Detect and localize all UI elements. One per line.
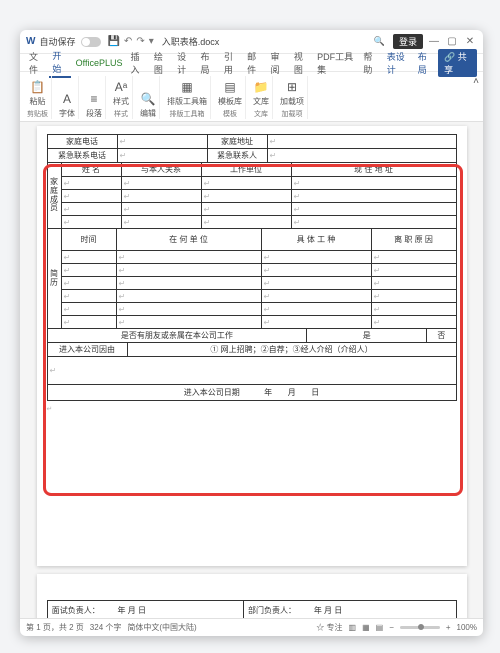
statusbar: 第 1 页，共 2 页 324 个字 简体中文(中国大陆) ☆ 专注 ▥ ▦ ▤…: [20, 618, 483, 636]
share-icon: 🔗: [444, 52, 455, 62]
group-label-styles: 样式: [114, 109, 128, 119]
group-label-wenku: 文库: [254, 109, 268, 119]
table-row: ↵↵↵↵: [47, 216, 456, 229]
group-wenku: 📁 文库 文库: [250, 76, 273, 119]
group-paragraph: ≡ 段落: [83, 76, 106, 119]
group-label-layout-tool: 排版工具箱: [170, 109, 205, 119]
layout-tool-icon: ▦: [179, 79, 195, 95]
font-icon: A: [59, 91, 75, 107]
editing-icon: 🔍: [140, 91, 156, 107]
close-icon[interactable]: ✕: [463, 36, 477, 47]
addin-button[interactable]: ⊞ 加载项: [280, 79, 304, 107]
group-layout-tool: ▦ 排版工具箱 排版工具箱: [164, 76, 211, 119]
language-indicator[interactable]: 简体中文(中国大陆): [127, 622, 196, 633]
save-icon[interactable]: 💾: [107, 36, 119, 47]
resume-label: 简历: [47, 229, 61, 329]
document-area[interactable]: 3.表格合并成功 家庭电话↵家庭地址↵ 紧急联系电话↵紧急联系人↵ 家庭成员 姓…: [20, 122, 483, 618]
page-indicator[interactable]: 第 1 页，共 2 页: [26, 622, 84, 633]
table-row: ↵↵↵↵: [47, 203, 456, 216]
contact-table: 家庭电话↵家庭地址↵ 紧急联系电话↵紧急联系人↵: [47, 134, 457, 163]
word-count[interactable]: 324 个字: [90, 622, 122, 633]
search-box[interactable]: 🔍: [370, 35, 389, 48]
group-font: A 字体: [56, 76, 79, 119]
table-row: 简历 时间 在 何 单 位 具 体 工 种 离 职 原 因: [47, 229, 456, 251]
table-row: ↵↵↵↵: [47, 190, 456, 203]
table-row: ↵↵↵↵: [47, 290, 456, 303]
redo-icon[interactable]: ↷: [136, 36, 144, 47]
wenku-icon: 📁: [253, 79, 269, 95]
customize-qat-icon[interactable]: ▾: [149, 36, 154, 47]
table-row: 进入本公司日期 年 月 日: [47, 385, 456, 401]
table-row: ↵↵↵↵: [47, 251, 456, 264]
styles-icon: Aᵃ: [113, 79, 129, 95]
signoff-table: 面试负责人： 年 月 日 部门负责人： 年 月 日: [47, 600, 457, 618]
login-button[interactable]: 登录: [393, 34, 423, 49]
family-label: 家庭成员: [47, 163, 61, 229]
paste-button[interactable]: 📋 粘贴: [30, 79, 46, 107]
autosave-label: 自动保存: [39, 35, 75, 48]
view-read-icon[interactable]: ▦: [362, 623, 370, 632]
font-button[interactable]: A 字体: [59, 91, 75, 119]
group-editing: 🔍 编辑: [137, 76, 160, 119]
group-label-clipboard: 剪贴板: [27, 109, 48, 119]
table-row: 紧急联系电话↵紧急联系人↵: [47, 149, 456, 163]
table-row: ↵↵↵↵: [47, 177, 456, 190]
group-styles: Aᵃ 样式 样式: [110, 76, 133, 119]
table-row: 家庭成员 姓 名 与本人关系 工作单位 现 住 地 址: [47, 163, 456, 177]
view-web-icon[interactable]: ▤: [376, 623, 384, 632]
table-row: 进入本公司因由 ① 网上招聘；②自荐；③经人介绍（介绍人）: [47, 343, 456, 357]
paste-icon: 📋: [30, 79, 46, 95]
addin-icon: ⊞: [284, 79, 300, 95]
table-row: ↵↵↵↵: [47, 264, 456, 277]
minimize-icon[interactable]: —: [427, 36, 441, 47]
document-name: 入职表格.docx: [162, 35, 220, 48]
zoom-level[interactable]: 100%: [457, 623, 477, 632]
page-2: 面试负责人： 年 月 日 部门负责人： 年 月 日: [37, 574, 467, 618]
ribbon-tabs: 文件 开始 OfficePLUS 插入 绘图 设计 布局 引用 邮件 审阅 视图…: [20, 54, 483, 72]
word-window: W 自动保存 💾 ↶ ↷ ▾ 入职表格.docx 🔍 登录 — ▢ ✕ 文件 开…: [20, 30, 483, 636]
question-table: 是否有朋友或亲属在本公司工作 是 否 进入本公司因由 ① 网上招聘；②自荐；③经…: [47, 328, 457, 401]
view-print-icon[interactable]: ▥: [349, 623, 357, 632]
paragraph-button[interactable]: ≡ 段落: [86, 91, 102, 119]
styles-button[interactable]: Aᵃ 样式: [113, 79, 129, 107]
template-icon: ▤: [222, 79, 238, 95]
ribbon: 📋 粘贴 剪贴板 A 字体 ≡ 段落 Aᵃ 样式 样式: [20, 72, 483, 122]
wenku-button[interactable]: 📁 文库: [253, 79, 269, 107]
template-button[interactable]: ▤ 模板库: [218, 79, 242, 107]
paragraph-icon: ≡: [86, 91, 102, 107]
zoom-slider[interactable]: [400, 626, 440, 629]
table-row: ↵↵↵↵: [47, 277, 456, 290]
group-clipboard: 📋 粘贴 剪贴板: [24, 76, 52, 119]
family-table: 家庭成员 姓 名 与本人关系 工作单位 现 住 地 址 ↵↵↵↵ ↵↵↵↵ ↵↵…: [47, 162, 457, 229]
undo-icon[interactable]: ↶: [124, 36, 132, 47]
resume-table: 简历 时间 在 何 单 位 具 体 工 种 离 职 原 因 ↵↵↵↵ ↵↵↵↵ …: [47, 228, 457, 329]
table-row: ↵: [47, 357, 456, 385]
ribbon-collapse-icon[interactable]: ˄: [473, 76, 479, 87]
maximize-icon[interactable]: ▢: [445, 36, 459, 47]
group-label-addin: 加载项: [282, 109, 303, 119]
table-row: ↵↵↵↵: [47, 316, 456, 329]
table-row: ↵↵↵↵: [47, 303, 456, 316]
word-icon: W: [26, 36, 35, 47]
zoom-in-icon[interactable]: +: [446, 623, 451, 632]
focus-mode[interactable]: ☆ 专注: [316, 622, 342, 633]
autosave-toggle[interactable]: [81, 37, 101, 47]
table-row: 家庭电话↵家庭地址↵: [47, 135, 456, 149]
table-row: 面试负责人： 年 月 日 部门负责人： 年 月 日: [47, 601, 456, 619]
table-row: 是否有朋友或亲属在本公司工作 是 否: [47, 329, 456, 343]
editing-button[interactable]: 🔍 编辑: [140, 91, 156, 119]
page-1: 家庭电话↵家庭地址↵ 紧急联系电话↵紧急联系人↵ 家庭成员 姓 名 与本人关系 …: [37, 126, 467, 566]
group-label-template: 模板: [223, 109, 237, 119]
tab-officeplus[interactable]: OfficePLUS: [73, 57, 126, 69]
zoom-out-icon[interactable]: −: [389, 623, 394, 632]
layout-tool-button[interactable]: ▦ 排版工具箱: [167, 79, 207, 107]
group-addin: ⊞ 加载项 加载项: [277, 76, 308, 119]
group-template: ▤ 模板库 模板: [215, 76, 246, 119]
